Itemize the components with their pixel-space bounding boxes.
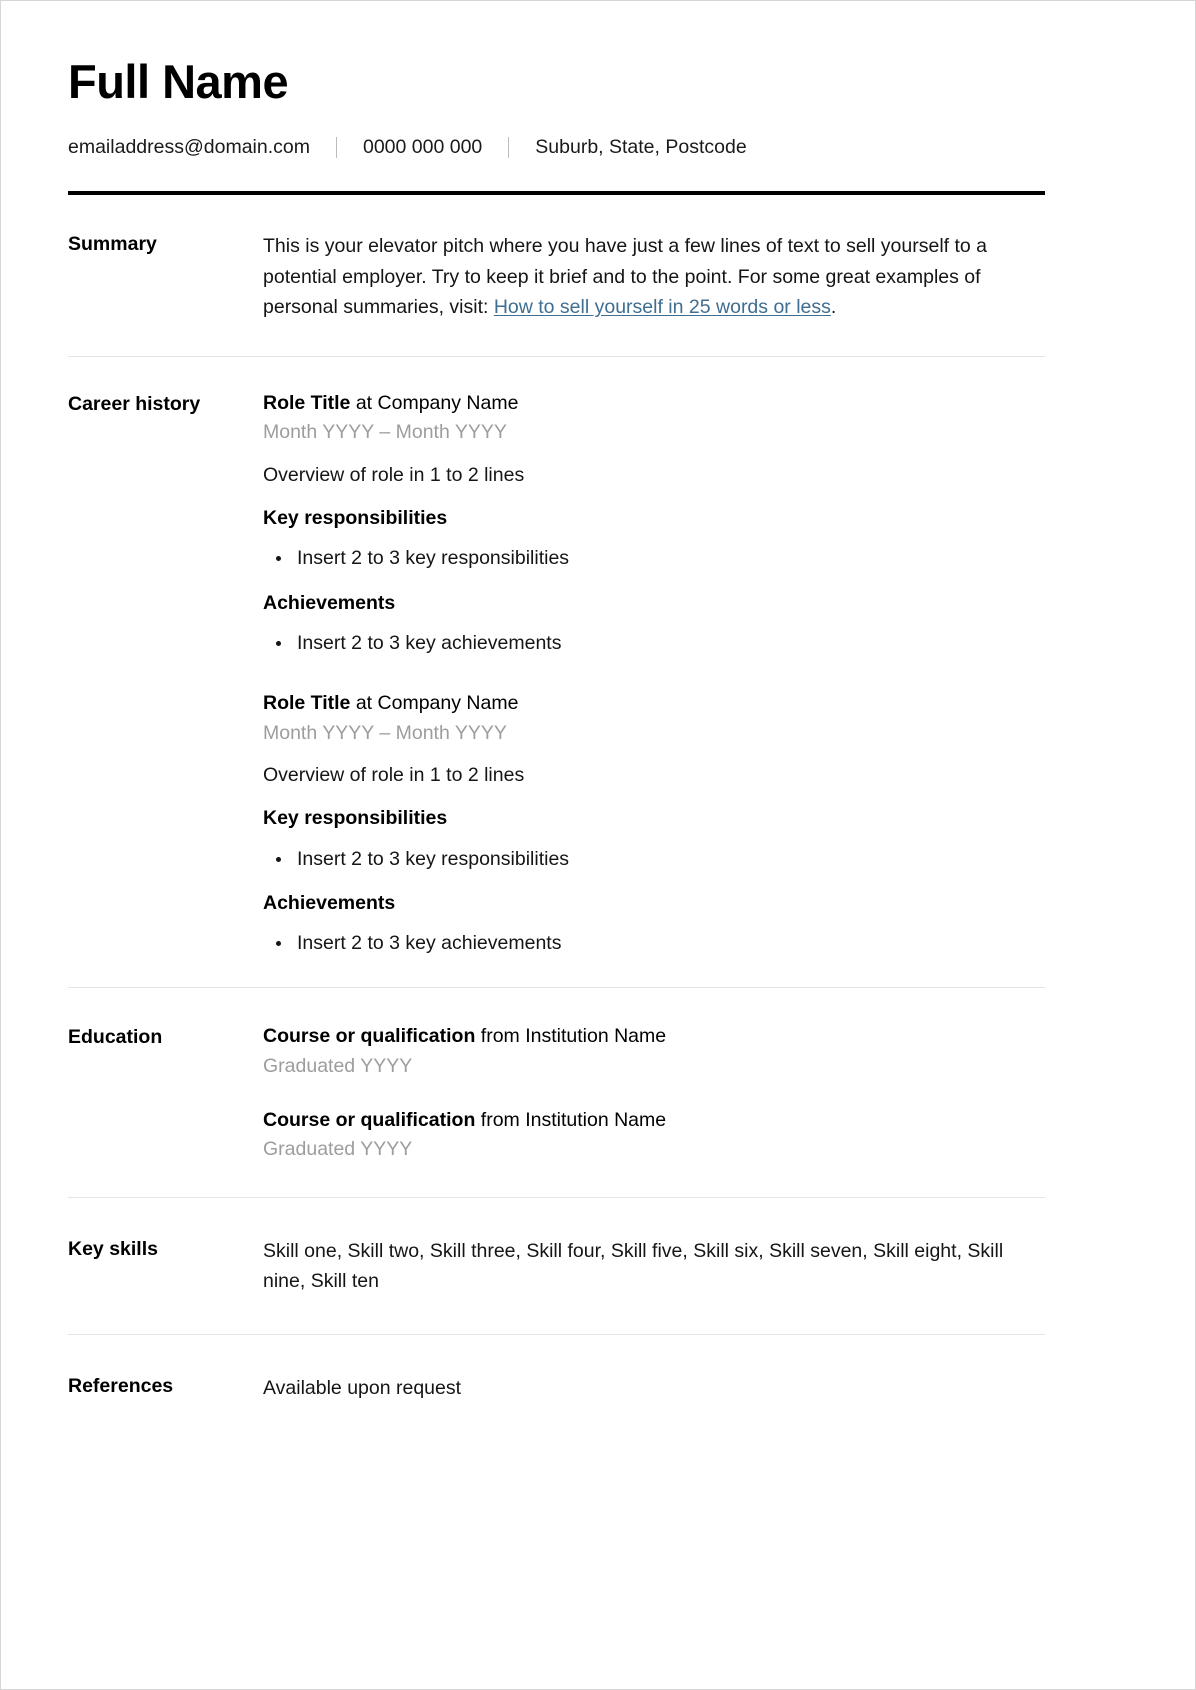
education-title-line: Course or qualification from Institution…	[263, 1108, 1045, 1133]
summary-link[interactable]: How to sell yourself in 25 words or less	[494, 296, 831, 318]
section-summary: Summary This is your elevator pitch wher…	[68, 195, 1045, 356]
job-entry: Role Title at Company Name Month YYYY – …	[263, 391, 1045, 657]
job-company: at Company Name	[350, 692, 519, 715]
section-content-education: Course or qualification from Institution…	[263, 1024, 1045, 1162]
resume-page: Full Name emailaddress@domain.com 0000 0…	[0, 0, 1196, 1690]
job-achievements-list: Insert 2 to 3 key achievements	[263, 930, 1045, 957]
section-label-key-skills: Key skills	[68, 1237, 158, 1260]
section-content-references: Available upon request	[263, 1373, 1045, 1403]
section-content-key-skills: Skill one, Skill two, Skill three, Skill…	[263, 1236, 1045, 1296]
education-entry: Course or qualification from Institution…	[263, 1108, 1045, 1163]
key-skills-text: Skill one, Skill two, Skill three, Skill…	[263, 1239, 1004, 1292]
contact-email[interactable]: emailaddress@domain.com	[68, 136, 310, 159]
contact-separator-icon	[335, 137, 337, 159]
job-achievements-list: Insert 2 to 3 key achievements	[263, 630, 1045, 657]
section-content-summary: This is your elevator pitch where you ha…	[263, 231, 1045, 322]
list-item: Insert 2 to 3 key responsibilities	[276, 846, 1045, 873]
job-entry: Role Title at Company Name Month YYYY – …	[263, 691, 1045, 957]
education-entry: Course or qualification from Institution…	[263, 1024, 1045, 1079]
section-label-career-history: Career history	[68, 393, 201, 416]
section-education: Education Course or qualification from I…	[68, 988, 1045, 1196]
contact-separator-icon	[508, 137, 510, 159]
job-overview: Overview of role in 1 to 2 lines	[263, 763, 525, 786]
section-content-career-history: Role Title at Company Name Month YYYY – …	[263, 391, 1045, 957]
job-overview: Overview of role in 1 to 2 lines	[263, 463, 525, 486]
summary-text-after-link: .	[830, 295, 837, 318]
section-label-references: References	[68, 1375, 174, 1398]
education-graduated: Graduated YYYY	[263, 1138, 413, 1161]
references-text: Available upon request	[263, 1377, 462, 1400]
job-responsibilities-list: Insert 2 to 3 key responsibilities	[263, 846, 1045, 873]
section-career-history: Career history Role Title at Company Nam…	[68, 357, 1045, 987]
job-title-line: Role Title at Company Name	[263, 691, 1045, 716]
job-responsibilities-list: Insert 2 to 3 key responsibilities	[263, 545, 1045, 572]
job-achievements-heading: Achievements	[263, 591, 396, 614]
list-item: Insert 2 to 3 key achievements	[276, 630, 1045, 657]
education-course: Course or qualification	[263, 1109, 476, 1132]
job-role: Role Title	[263, 692, 351, 715]
job-company: at Company Name	[350, 392, 519, 415]
section-key-skills: Key skills Skill one, Skill two, Skill t…	[68, 1198, 1045, 1334]
page-title: Full Name	[68, 55, 289, 108]
education-institution: from Institution Name	[475, 1109, 667, 1132]
education-course: Course or qualification	[263, 1025, 476, 1048]
resume-sheet: Full Name emailaddress@domain.com 0000 0…	[68, 1, 1045, 1441]
section-references: References Available upon request	[68, 1335, 1045, 1441]
job-responsibilities-heading: Key responsibilities	[263, 807, 448, 830]
contact-location: Suburb, State, Postcode	[535, 136, 747, 158]
contact-phone[interactable]: 0000 000 000	[363, 136, 482, 159]
summary-text: This is your elevator pitch where you ha…	[263, 231, 1043, 322]
job-dates: Month YYYY – Month YYYY	[263, 721, 507, 744]
education-institution: from Institution Name	[475, 1025, 667, 1048]
job-responsibilities-heading: Key responsibilities	[263, 507, 448, 530]
job-title-line: Role Title at Company Name	[263, 391, 1045, 416]
job-role: Role Title	[263, 392, 351, 415]
list-item: Insert 2 to 3 key achievements	[276, 930, 1045, 957]
job-achievements-heading: Achievements	[263, 891, 396, 914]
list-item: Insert 2 to 3 key responsibilities	[276, 545, 1045, 572]
education-graduated: Graduated YYYY	[263, 1054, 413, 1077]
contact-line: emailaddress@domain.com 0000 000 000 Sub…	[68, 136, 1045, 159]
education-title-line: Course or qualification from Institution…	[263, 1024, 1045, 1049]
section-label-education: Education	[68, 1026, 163, 1049]
section-label-summary: Summary	[68, 233, 157, 256]
job-dates: Month YYYY – Month YYYY	[263, 421, 507, 444]
